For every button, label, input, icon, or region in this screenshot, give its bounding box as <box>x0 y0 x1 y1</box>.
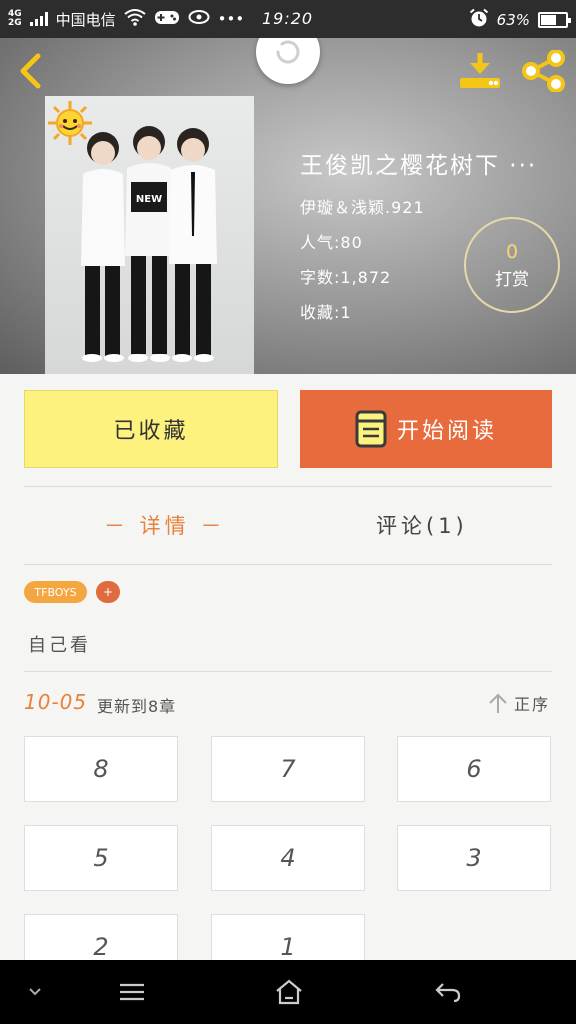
clock: 19:20 <box>262 9 314 28</box>
nav-back-button[interactable] <box>430 974 466 1010</box>
tag-tfboys[interactable]: TFBOYS <box>24 581 87 603</box>
sort-order-button[interactable]: 正序 <box>488 691 550 715</box>
signal-icon <box>29 12 48 26</box>
add-tag-button[interactable]: + <box>96 581 120 603</box>
update-date: 10-05 <box>24 690 88 714</box>
update-status: 更新到8章 <box>97 697 177 716</box>
book-header: NEW 王俊凯之樱花树下 ··· 伊璇＆浅颖.921 人气:80 字数:1,87… <box>0 38 576 374</box>
divider <box>24 671 552 672</box>
battery-icon <box>538 12 571 28</box>
divider <box>24 564 552 565</box>
book-cover-image[interactable]: NEW <box>45 96 254 374</box>
book-author[interactable]: 伊璇＆浅颖.921 <box>300 194 537 218</box>
chapter-button[interactable]: 4 <box>211 825 365 891</box>
chapter-button[interactable]: 7 <box>211 736 365 802</box>
nav-menu-button[interactable] <box>114 974 150 1010</box>
gamepad-icon <box>154 8 180 30</box>
refresh-button[interactable] <box>256 38 320 84</box>
download-icon <box>460 53 500 88</box>
chevron-down-icon <box>29 988 41 996</box>
more-notifications-indicator: ••• <box>217 10 245 28</box>
chapter-button[interactable]: 8 <box>24 736 178 802</box>
wifi-icon <box>124 8 146 30</box>
home-icon <box>276 979 302 1005</box>
nav-home-button[interactable] <box>270 974 308 1010</box>
chapter-button[interactable]: 6 <box>397 736 551 802</box>
chapter-button[interactable]: 5 <box>24 825 178 891</box>
network-type-indicator: 4G 2G <box>8 9 22 28</box>
start-reading-button[interactable]: 开始阅读 <box>300 390 552 468</box>
divider <box>24 486 552 487</box>
book-title: 王俊凯之樱花树下 ··· <box>300 153 538 179</box>
share-button[interactable] <box>520 49 568 93</box>
chapter-button[interactable]: 3 <box>397 825 551 891</box>
tab-details[interactable]: － 详情 － <box>104 510 225 540</box>
back-arrow-icon <box>435 983 461 1003</box>
nav-collapse-button[interactable] <box>20 974 50 1010</box>
status-bar: 4G 2G 中国电信 ••• 19:20 63% <box>0 0 576 38</box>
book-description: 自己看 <box>28 635 91 656</box>
carrier-label: 中国电信 <box>55 10 116 29</box>
share-icon <box>522 49 565 93</box>
collected-button[interactable]: 已收藏 <box>24 390 278 468</box>
system-nav-bar <box>0 960 576 1024</box>
arrow-up-icon <box>489 693 507 713</box>
menu-icon <box>120 983 144 1001</box>
book-icon <box>355 410 387 448</box>
sun-sticker-icon <box>48 101 92 145</box>
svg-text:NEW: NEW <box>136 194 162 205</box>
battery-percent: 63% <box>496 11 530 29</box>
reward-label: 打赏 <box>495 269 529 290</box>
chevron-left-icon <box>20 53 41 89</box>
sort-label: 正序 <box>514 695 551 714</box>
refresh-icon <box>276 40 300 64</box>
start-reading-label: 开始阅读 <box>396 419 497 444</box>
back-button[interactable] <box>14 52 48 90</box>
eye-icon <box>188 9 210 29</box>
alarm-icon <box>469 8 489 32</box>
reward-button[interactable]: 0 打赏 <box>464 217 560 313</box>
collected-label: 已收藏 <box>113 419 189 444</box>
reward-count: 0 <box>505 240 519 263</box>
tab-comments[interactable]: 评论(1) <box>376 510 468 540</box>
download-button[interactable] <box>458 50 502 90</box>
